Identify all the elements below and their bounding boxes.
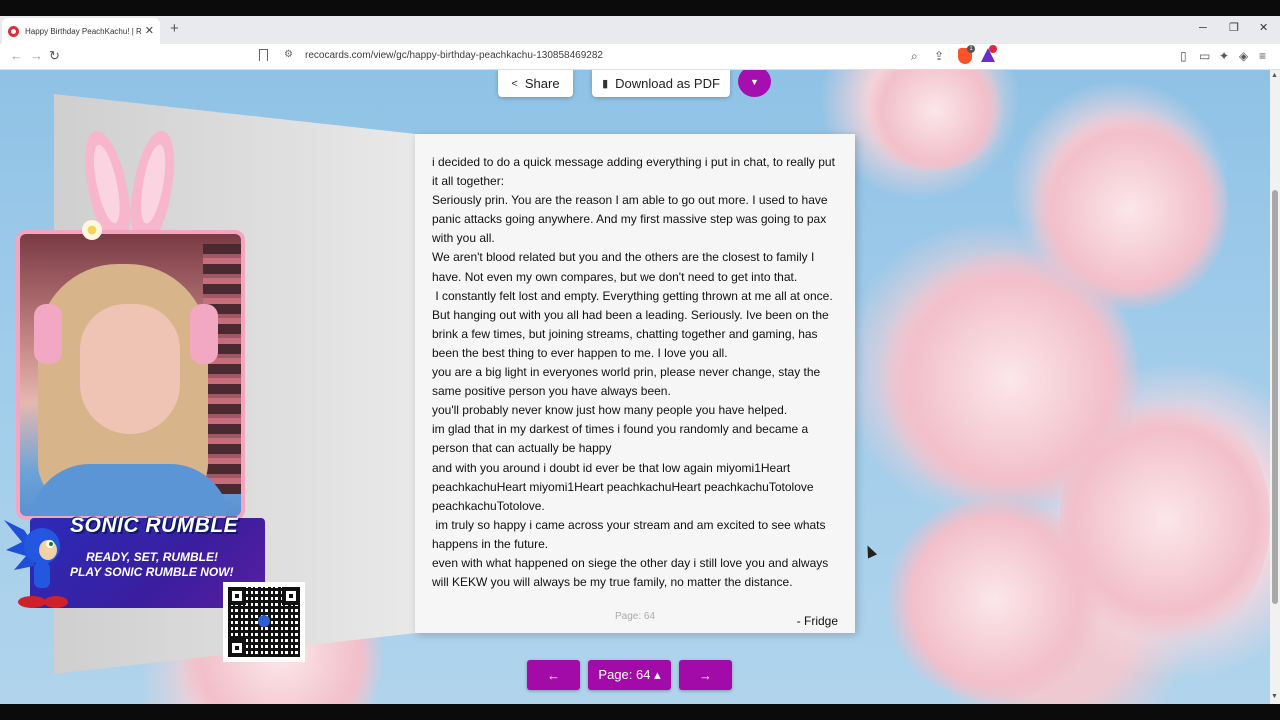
card-message: i decided to do a quick message adding e… [432,153,842,592]
page-select-button[interactable]: Page: 64 ▴ [588,660,671,690]
zoom-icon[interactable]: ⌕ [911,48,918,64]
wallet-icon[interactable]: ▭ [1199,48,1210,64]
streamer-face [80,304,180,434]
tab-bar: Happy Birthday PeachKachu! | R ✕ + ─ ❐ ✕ [0,16,1280,44]
flower-icon [82,220,102,240]
message-paragraph: Seriously prin. You are the reason I am … [432,193,831,246]
ad-call-to-action: PLAY SONIC RUMBLE NOW! [70,565,234,579]
blossom-decoration [860,70,1010,170]
page-number: Page: 64 [614,611,656,622]
rewards-badge [989,45,997,53]
bookmark-icon[interactable] [259,49,268,61]
qr-logo-icon [258,615,270,627]
browser-tab[interactable]: Happy Birthday PeachKachu! | R ✕ [2,18,160,44]
page-viewport: < Share ▮ Download as PDF ▼ i decided to… [0,70,1280,704]
sonic-character-icon [4,520,68,608]
vpn-icon[interactable]: ◈ [1239,48,1248,64]
message-paragraph: and with you around i doubt id ever be t… [432,460,817,513]
headphone-right [190,304,218,364]
arrow-right-icon: → [699,667,712,683]
tab-title: Happy Birthday PeachKachu! | R [25,26,141,36]
menu-icon[interactable]: ≡ [1259,48,1266,64]
reload-icon[interactable]: ↻ [49,48,60,64]
download-pdf-label: Download as PDF [615,76,720,91]
url-field[interactable]: recocards.com/view/gc/happy-birthday-pea… [305,50,603,61]
page-select-label: Page: 64 ▴ [598,667,661,682]
bookshelf [203,244,241,494]
ad-tagline: READY, SET, RUMBLE! [86,550,219,564]
message-paragraph: even with what happened on siege the oth… [432,555,832,590]
site-info-icon[interactable]: ⚙ [284,49,293,60]
streamer-webcam [16,230,245,520]
message-paragraph: you are a big light in everyones world p… [432,365,824,399]
page-scrollbar[interactable]: ▲ ▼ [1270,70,1280,704]
qr-code [223,582,305,662]
mouse-cursor-icon [862,543,878,559]
scroll-thumb[interactable] [1272,190,1278,604]
close-window-icon[interactable]: ✕ [1259,21,1268,35]
download-pdf-button[interactable]: ▮ Download as PDF [592,70,730,97]
message-paragraph: im truly so happy i came across your str… [432,517,829,551]
share-label: Share [524,76,560,91]
restore-icon[interactable]: ❐ [1229,21,1239,35]
leo-icon[interactable]: ✦ [1219,48,1229,64]
message-paragraph: I constantly felt lost and empty. Everyt… [432,288,837,360]
arrow-left-icon: ← [547,667,560,683]
minimize-icon[interactable]: ─ [1199,21,1207,35]
card-message-page: i decided to do a quick message adding e… [415,134,855,633]
site-favicon-icon [8,25,19,37]
ad-title: SONIC RUMBLE [70,514,239,537]
sidebar-icon[interactable]: ▯ [1180,48,1187,64]
headphone-left [34,304,62,364]
forward-icon[interactable]: → [30,48,43,64]
back-icon[interactable]: ← [10,48,23,64]
file-pdf-icon: ▮ [602,78,609,90]
close-tab-icon[interactable]: ✕ [145,25,154,37]
scroll-up-icon[interactable]: ▲ [1271,72,1278,80]
message-paragraph: im glad that in my darkest of times i fo… [432,422,812,456]
shields-count-badge: 1 [967,45,975,53]
previous-page-button[interactable]: ← [527,660,580,690]
more-options-button[interactable]: ▼ [738,70,771,97]
message-paragraph: you'll probably never know just how many… [432,403,788,418]
caret-down-icon: ▼ [750,76,759,87]
os-bottom-bar [0,704,1280,720]
share-button[interactable]: < Share [498,70,573,97]
blossom-decoration [880,500,1110,700]
scroll-down-icon[interactable]: ▼ [1271,693,1278,701]
signature: - Fridge [796,614,838,628]
os-top-bar [0,0,1280,16]
new-tab-button[interactable]: + [170,20,179,38]
address-bar: ← → ↻ ⚙ recocards.com/view/gc/happy-birt… [0,44,1280,70]
message-paragraph: i decided to do a quick message adding e… [432,155,839,189]
share-icon: < [511,77,518,90]
next-page-button[interactable]: → [679,660,732,690]
message-paragraph: We aren't blood related but you and the … [432,250,818,284]
share-page-icon[interactable]: ⇪ [934,48,944,64]
